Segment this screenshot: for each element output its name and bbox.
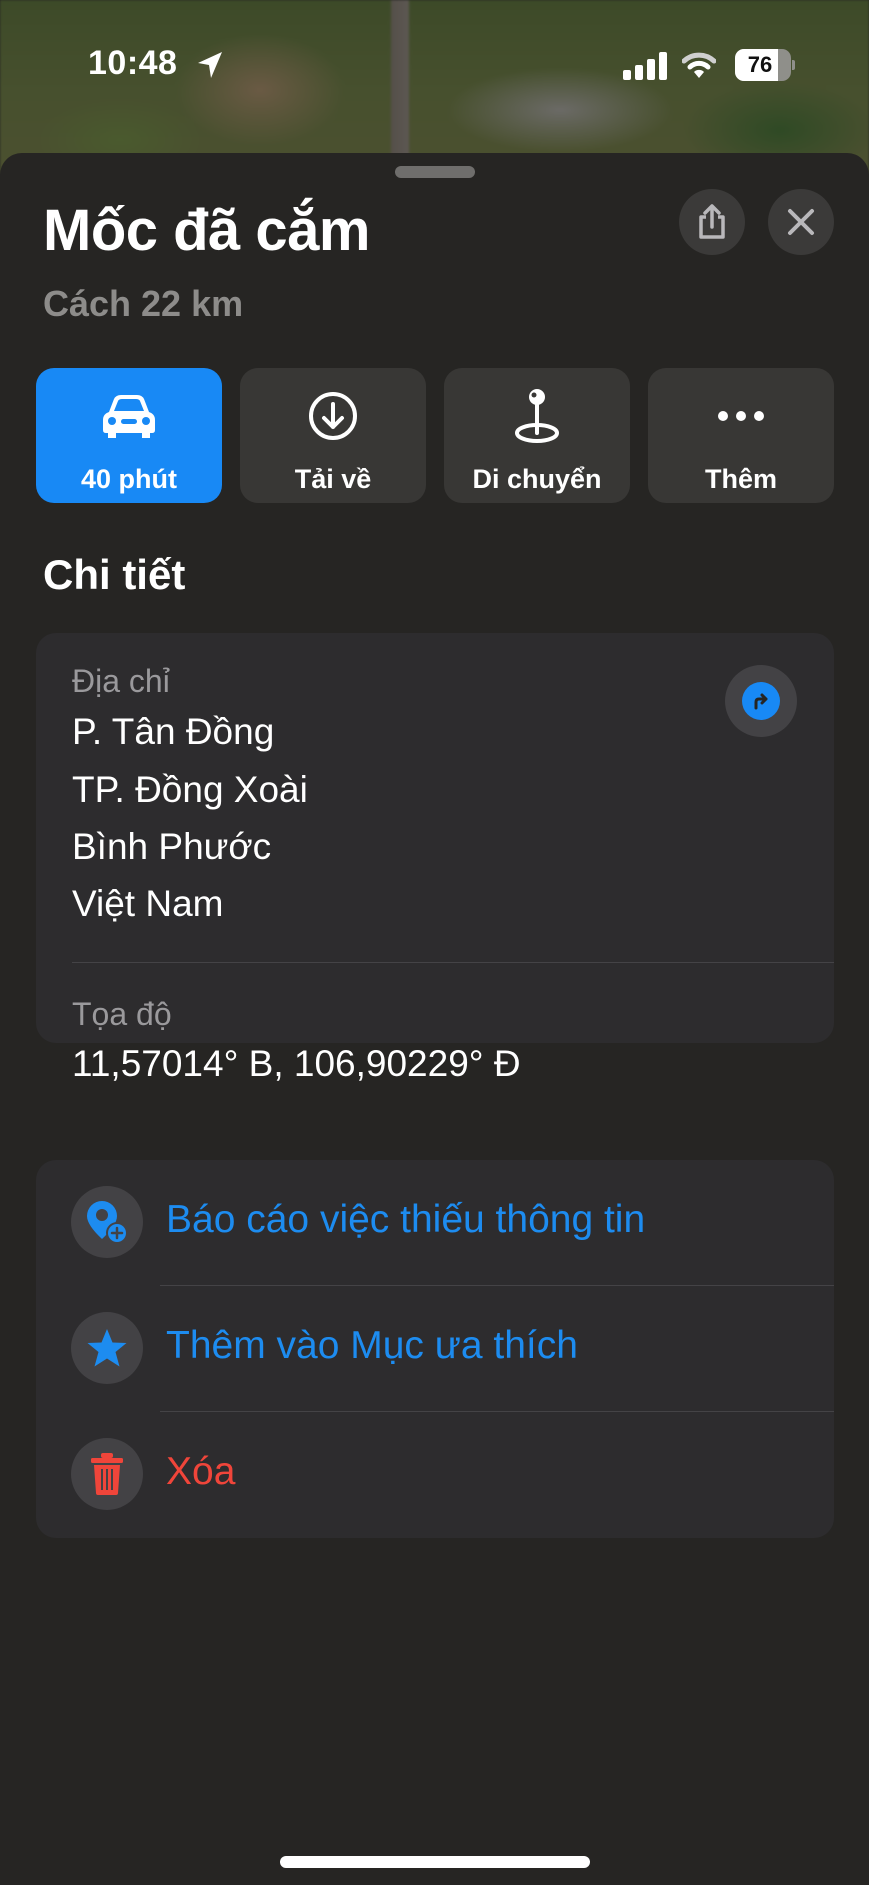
report-pin-plus-icon: [87, 1201, 128, 1244]
move-pin-button[interactable]: Di chuyển: [444, 368, 630, 503]
share-icon: [699, 204, 725, 239]
status-bar: 10:48 76: [0, 0, 869, 130]
action-label: 40 phút: [80, 464, 177, 494]
move-pin-icon: [515, 389, 559, 443]
details-card: Địa chỉ P. Tân Đồng TP. Đồng Xoài Bình P…: [36, 633, 834, 1084]
download-button[interactable]: Tải về: [240, 368, 426, 503]
star-icon: [87, 1329, 127, 1367]
row-label: Thêm vào Mục ưa thích: [166, 1324, 578, 1367]
address-line: P. Tân Đồng: [72, 711, 275, 752]
location-arrow-icon: [198, 52, 222, 78]
details-section-title: Chi tiết: [43, 551, 186, 598]
close-icon: [788, 209, 814, 235]
place-sheet: Mốc đã cắm Cách 22 km 40 phút Tải về Di …: [0, 153, 869, 1885]
action-buttons: 40 phút Tải về Di chuyển Thêm: [36, 368, 834, 503]
place-distance: Cách 22 km: [43, 283, 244, 324]
sheet-grabber[interactable]: [395, 166, 475, 178]
action-label: Tải về: [294, 464, 372, 494]
address-line: Việt Nam: [72, 883, 224, 924]
status-time: 10:48: [88, 44, 178, 82]
directions-drive-button[interactable]: 40 phút: [36, 368, 222, 503]
battery-cap: [792, 60, 795, 70]
battery-percentage: 76: [747, 52, 773, 77]
more-button[interactable]: Thêm: [648, 368, 834, 503]
wifi-icon: [682, 52, 716, 78]
share-button[interactable]: [679, 189, 745, 255]
battery-indicator: 76: [735, 49, 795, 81]
add-to-favorites-row[interactable]: Thêm vào Mục ưa thích: [36, 1286, 834, 1411]
action-label: Di chuyển: [472, 464, 602, 494]
row-label: Báo cáo việc thiếu thông tin: [166, 1198, 646, 1241]
close-button[interactable]: [768, 189, 834, 255]
home-indicator[interactable]: [280, 1856, 590, 1868]
address-label: Địa chỉ: [72, 663, 170, 699]
address-line: TP. Đồng Xoài: [72, 769, 308, 810]
directions-button[interactable]: [725, 665, 797, 737]
car-icon: [103, 395, 155, 438]
coordinates-value[interactable]: 11,57014° B, 106,90229° Đ: [72, 1043, 521, 1085]
place-title: Mốc đã cắm: [43, 198, 371, 263]
coordinates-label: Tọa độ: [72, 996, 172, 1032]
divider: [72, 962, 834, 963]
download-circle-icon: [309, 392, 357, 440]
address-line: Bình Phước: [72, 826, 272, 867]
delete-row[interactable]: Xóa: [36, 1412, 834, 1537]
row-label: Xóa: [166, 1450, 236, 1493]
actions-card: Báo cáo việc thiếu thông tin Thêm vào Mụ…: [36, 1160, 834, 1538]
action-label: Thêm: [704, 464, 777, 494]
more-ellipsis-icon: [718, 411, 764, 421]
cellular-signal-icon: [623, 52, 667, 80]
trash-icon: [91, 1453, 123, 1495]
report-missing-info-row[interactable]: Báo cáo việc thiếu thông tin: [36, 1160, 834, 1285]
directions-arrow-icon: [754, 693, 768, 710]
